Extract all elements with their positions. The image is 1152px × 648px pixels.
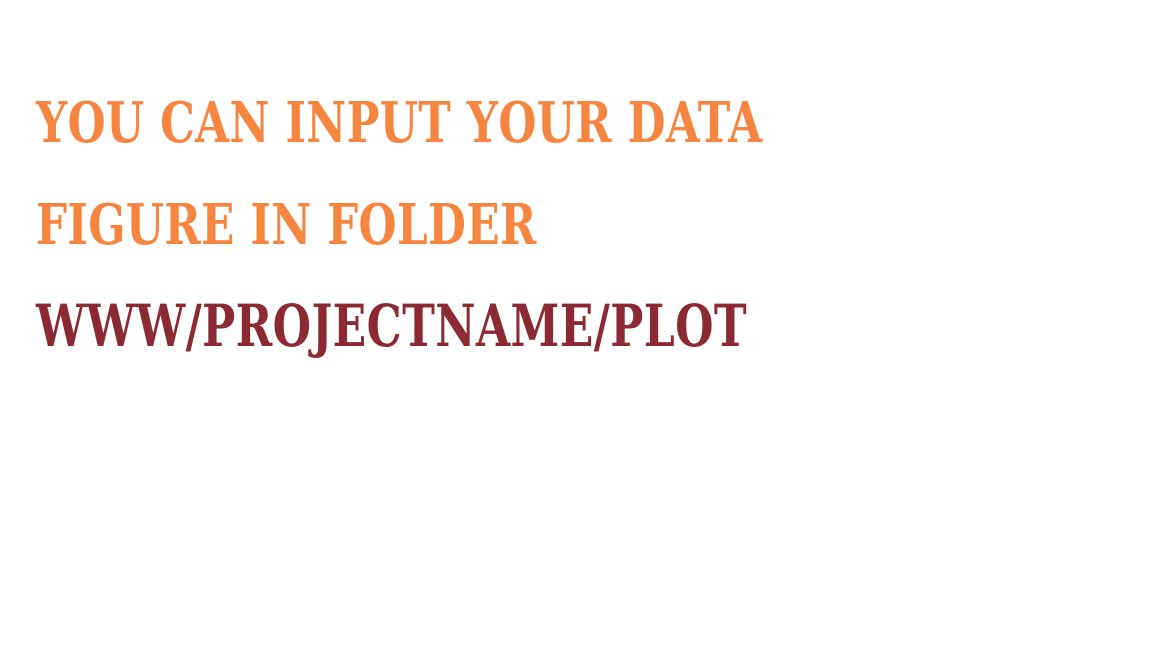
slide: { "lines": [ {"text": "YOU CAN INPUT YOU… xyxy=(0,0,1152,648)
folder-path: WWW/PROJECTNAME/PLOT xyxy=(36,292,748,360)
instruction-line-1: YOU CAN INPUT YOUR DATA xyxy=(36,90,763,156)
instruction-line-2: FIGURE IN FOLDER xyxy=(36,192,537,258)
